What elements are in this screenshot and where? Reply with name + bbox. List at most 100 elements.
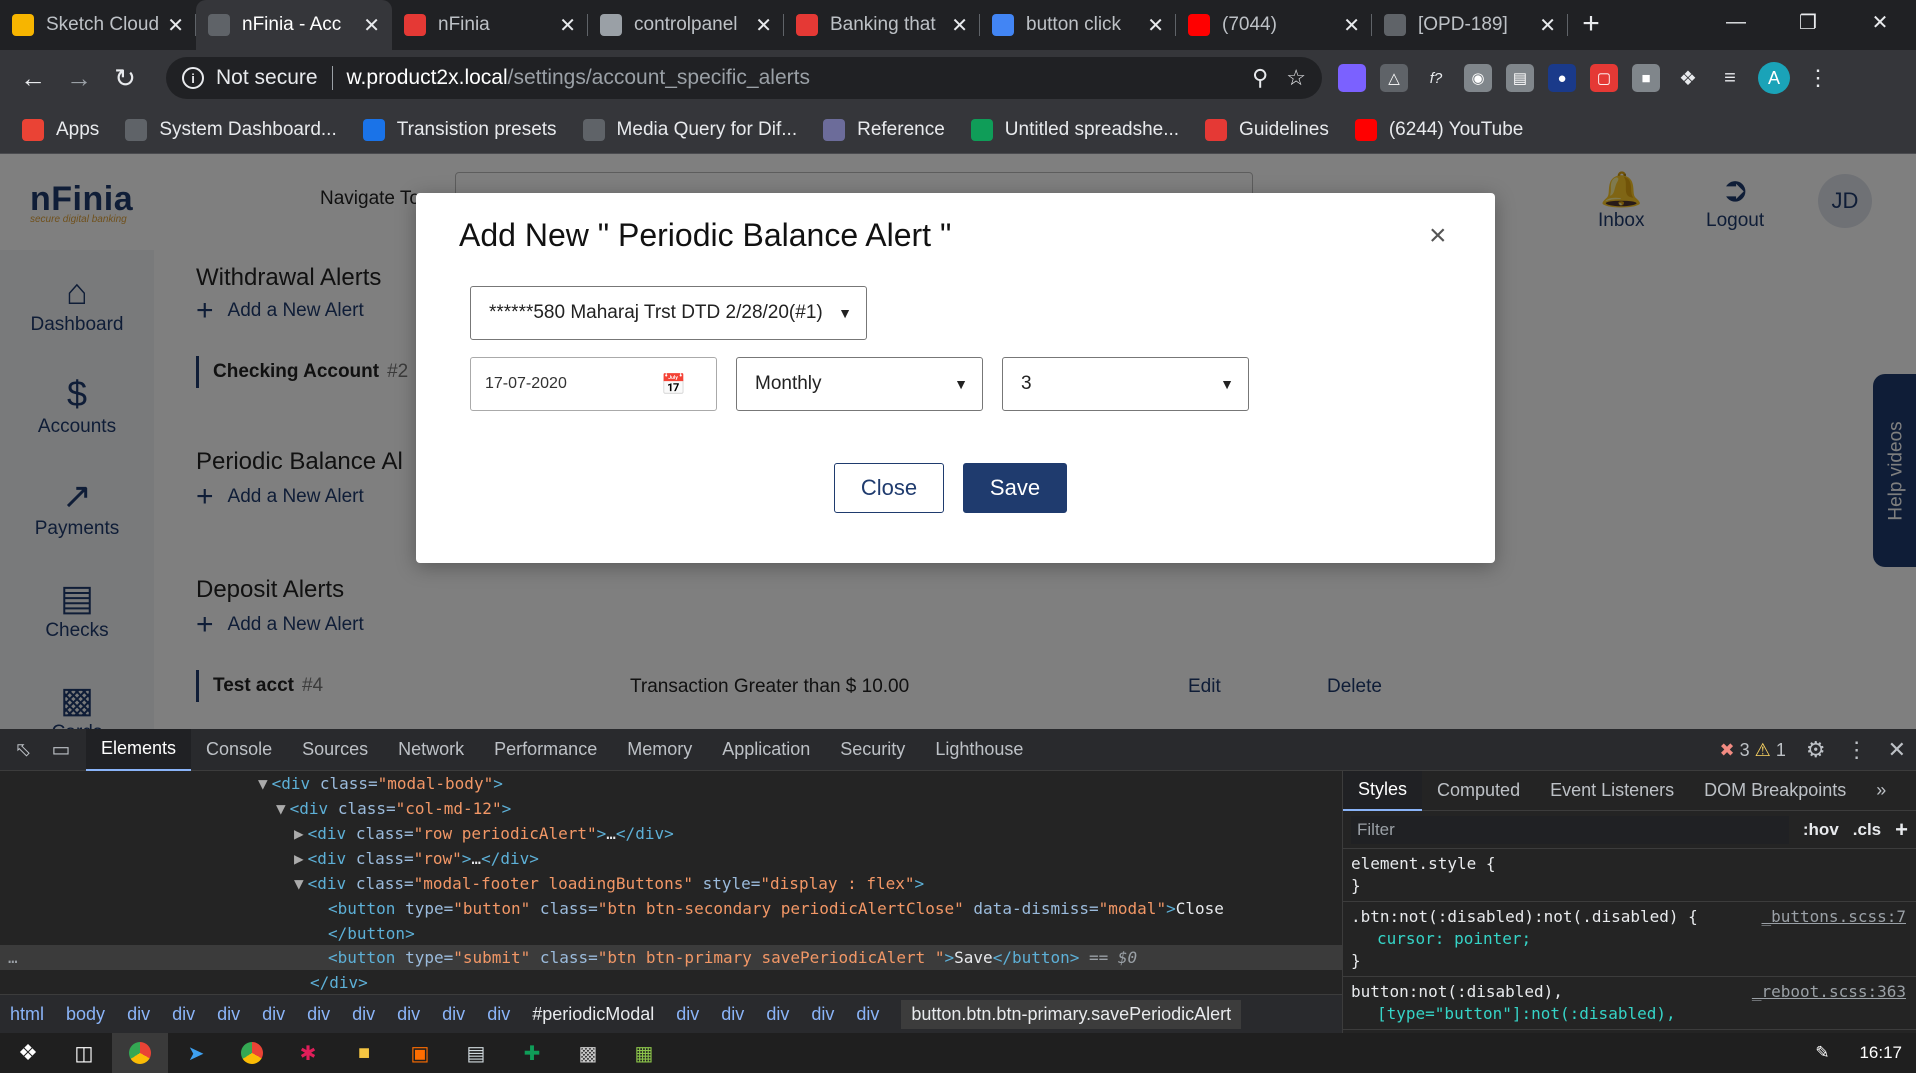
puzzle-icon[interactable]: ❖ [1674, 64, 1702, 92]
close-tab-icon[interactable]: ✕ [167, 13, 184, 38]
devtools-tab-security[interactable]: Security [825, 729, 920, 771]
close-tab-icon[interactable]: ✕ [951, 13, 968, 38]
css-rule[interactable]: button:not(:disabled), _reboot.scss:363 [t… [1343, 977, 1916, 1030]
file-explorer-icon[interactable]: ■ [336, 1033, 392, 1073]
close-tab-icon[interactable]: ✕ [755, 13, 772, 38]
breadcrumb-item[interactable]: div [307, 1004, 330, 1025]
rule-property[interactable]: cursor: pointer; [1351, 928, 1908, 950]
extension-icon[interactable]: ▢ [1590, 64, 1618, 92]
breadcrumb-item[interactable]: div [397, 1004, 420, 1025]
vscode-taskbar-icon[interactable]: ➤ [168, 1033, 224, 1073]
close-devtools-icon[interactable]: ✕ [1888, 737, 1906, 763]
devtools-tab-lighthouse[interactable]: Lighthouse [920, 729, 1038, 771]
frequency-select[interactable]: Monthly ▼ [736, 357, 983, 411]
browser-tab[interactable]: nFinia - Acc ✕ [196, 0, 392, 50]
breadcrumb-item[interactable]: body [66, 1004, 105, 1025]
collapse-triangle-icon[interactable]: ▶ [294, 824, 304, 843]
dom-node[interactable]: </button> [328, 921, 415, 946]
browser-tab[interactable]: nFinia ✕ [392, 0, 588, 50]
terminal-taskbar-icon[interactable]: ▩ [560, 1033, 616, 1073]
inspect-icon[interactable]: ⬁ [8, 729, 38, 771]
dom-node-selected[interactable]: <button type="submit" class="btn btn-pri… [328, 945, 1137, 970]
css-rule[interactable]: .btn:not(:disabled):not(.disabled) {_but… [1343, 902, 1916, 977]
breadcrumb-item[interactable]: html [10, 1004, 44, 1025]
styles-tab-dom-breakpoints[interactable]: DOM Breakpoints [1689, 771, 1861, 811]
breadcrumb-item[interactable]: div [811, 1004, 834, 1025]
clock[interactable]: 16:17 [1859, 1043, 1902, 1063]
task-view-icon[interactable]: ◫ [56, 1033, 112, 1073]
close-icon[interactable]: × [1429, 219, 1447, 253]
extension-icon[interactable]: ● [1548, 64, 1576, 92]
filter-input[interactable]: Filter [1351, 815, 1789, 844]
bookmark-item[interactable]: Transistion presets [362, 118, 557, 141]
close-tab-icon[interactable]: ✕ [1539, 13, 1556, 38]
chrome-taskbar-icon[interactable] [224, 1033, 280, 1073]
styles-tab-computed[interactable]: Computed [1422, 771, 1535, 811]
bookmark-item[interactable]: (6244) YouTube [1354, 118, 1523, 141]
media-icon[interactable]: ≡ [1716, 64, 1744, 92]
pen-icon[interactable]: ✎ [1815, 1043, 1829, 1063]
collapse-triangle-icon[interactable]: ▶ [294, 849, 304, 868]
browser-tab[interactable]: Sketch Cloud ✕ [0, 0, 196, 50]
day-select[interactable]: 3 ▼ [1002, 357, 1249, 411]
close-tab-icon[interactable]: ✕ [1147, 13, 1164, 38]
reload-button[interactable]: ↻ [104, 57, 146, 99]
devtools-tab-application[interactable]: Application [707, 729, 825, 771]
devtools-tab-memory[interactable]: Memory [612, 729, 707, 771]
error-count[interactable]: ✖ 3 ⚠ 1 [1720, 740, 1786, 761]
bookmark-item[interactable]: Reference [823, 118, 945, 141]
browser-tab[interactable]: button click ✕ [980, 0, 1176, 50]
styles-tab-event-listeners[interactable]: Event Listeners [1535, 771, 1689, 811]
extension-icon[interactable] [1338, 64, 1366, 92]
rule-source-link[interactable]: _reboot.scss:363 [1752, 981, 1906, 1003]
address-bar[interactable]: i Not secure w.product2x.local /settings… [166, 57, 1322, 99]
close-tab-icon[interactable]: ✕ [1343, 13, 1360, 38]
camera-icon[interactable]: ◉ [1464, 64, 1492, 92]
breadcrumb-item[interactable]: div [352, 1004, 375, 1025]
app-taskbar-icon[interactable]: ✚ [504, 1033, 560, 1073]
node-actions-icon[interactable]: … [8, 945, 18, 970]
browser-tab[interactable]: (7044) ✕ [1176, 0, 1372, 50]
forward-button[interactable]: → [58, 57, 100, 99]
dom-node[interactable]: ▼ <div class="modal-footer loadingButtons… [294, 871, 924, 896]
save-button[interactable]: Save [963, 463, 1067, 513]
dom-node[interactable]: ▶ <div class="row">…</div> [294, 846, 539, 871]
cls-toggle[interactable]: .cls [1853, 820, 1881, 840]
expand-triangle-icon[interactable]: ▼ [276, 799, 286, 818]
more-options-icon[interactable]: ⋮ [1846, 737, 1868, 763]
breadcrumb-item[interactable]: div [127, 1004, 150, 1025]
zoom-icon[interactable]: ⚲ [1252, 65, 1268, 91]
breadcrumb-item[interactable]: div [172, 1004, 195, 1025]
more-tabs-icon[interactable]: » [1861, 771, 1901, 811]
slack-taskbar-icon[interactable]: ✱ [280, 1033, 336, 1073]
settings-gear-icon[interactable]: ⚙ [1806, 737, 1826, 763]
close-window-button[interactable]: ✕ [1844, 0, 1916, 44]
minimize-button[interactable]: — [1700, 0, 1772, 44]
extension-icon[interactable]: ■ [1632, 64, 1660, 92]
bookmark-item[interactable]: Untitled spreadshe... [970, 118, 1179, 141]
rule-property[interactable]: [type="button"]:not(:disabled), [1351, 1003, 1908, 1025]
close-tab-icon[interactable]: ✕ [559, 13, 576, 38]
menu-icon[interactable]: ⋮ [1804, 64, 1832, 92]
back-button[interactable]: ← [12, 57, 54, 99]
dom-node[interactable]: </div> [310, 970, 368, 994]
extension-icon[interactable]: f? [1422, 64, 1450, 92]
app-taskbar-icon[interactable]: ▣ [392, 1033, 448, 1073]
devtools-tab-sources[interactable]: Sources [287, 729, 383, 771]
styles-tab-styles[interactable]: Styles [1343, 770, 1423, 811]
close-tab-icon[interactable]: ✕ [363, 13, 380, 38]
breadcrumb-item[interactable]: div [721, 1004, 744, 1025]
hov-toggle[interactable]: :hov [1803, 820, 1839, 840]
css-rule[interactable]: element.style {} [1343, 849, 1916, 902]
chrome-taskbar-icon[interactable] [112, 1033, 168, 1073]
bookmark-item[interactable]: Media Query for Dif... [582, 118, 797, 141]
breadcrumb-item[interactable]: div [856, 1004, 879, 1025]
info-icon[interactable]: i [182, 67, 204, 89]
device-toolbar-icon[interactable]: ▭ [46, 729, 76, 771]
expand-triangle-icon[interactable]: ▼ [294, 874, 304, 893]
windows-start-icon[interactable]: ❖ [0, 1033, 56, 1073]
bookmark-item[interactable]: Guidelines [1205, 118, 1329, 141]
breadcrumb-item[interactable]: div [217, 1004, 240, 1025]
devtools-tab-performance[interactable]: Performance [479, 729, 612, 771]
app-taskbar-icon[interactable]: ▤ [448, 1033, 504, 1073]
